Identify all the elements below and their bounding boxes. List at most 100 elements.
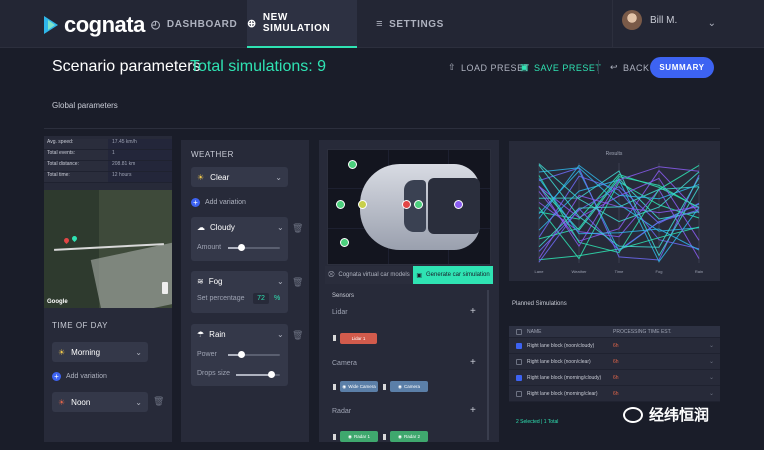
chevron-down-icon[interactable]: ⌄ — [709, 342, 714, 349]
fog-percentage-input[interactable]: 72 — [253, 293, 269, 304]
back-button[interactable]: ↩ BACK — [610, 62, 650, 73]
radar-toggle[interactable] — [333, 434, 336, 440]
summary-button[interactable]: SUMMARY — [650, 57, 714, 78]
select-all-checkbox[interactable] — [516, 328, 522, 335]
chevron-down-icon: ⌄ — [135, 347, 142, 357]
trash-icon[interactable]: 🗑 — [292, 330, 303, 341]
add-lidar-button[interactable]: + — [470, 306, 476, 317]
add-radar-button[interactable]: + — [470, 405, 476, 416]
row-checkbox[interactable] — [516, 358, 522, 365]
map-urban-area — [90, 241, 172, 308]
chart-axis-label: Lane — [535, 269, 545, 274]
sensor-marker[interactable] — [336, 200, 345, 209]
table-row[interactable]: Right lane block (noon/cloudy) 6h ⌄ — [509, 338, 720, 354]
time-of-day-value: Morning — [71, 347, 101, 357]
page-title: Scenario parameters — [52, 58, 201, 75]
slider-knob[interactable] — [238, 244, 245, 251]
save-preset-label: SAVE PRESET — [534, 62, 602, 73]
sensor-marker[interactable] — [414, 200, 423, 209]
virtual-car-models-button[interactable]: ⛒ Cognata virtual car models — [325, 266, 413, 284]
lidar-chip[interactable]: Lidar 1 — [340, 333, 377, 344]
simulation-name: Right lane block (noon/cloudy) — [527, 342, 595, 349]
chevron-down-icon: ⌄ — [135, 397, 142, 407]
lidar-toggle[interactable] — [333, 335, 336, 341]
stat-value: 1 — [108, 150, 172, 160]
radar-chip[interactable]: ◉ Radar 1 — [340, 431, 378, 442]
sensor-marker[interactable] — [454, 200, 463, 209]
trash-icon[interactable]: 🗑 — [292, 277, 303, 288]
save-preset-button[interactable]: ▣ SAVE PRESET — [520, 62, 601, 73]
tab-dashboard-label: DASHBOARD — [166, 18, 238, 30]
time-of-day-title: TIME OF DAY — [52, 321, 109, 330]
fog-label: Fog — [208, 277, 223, 286]
row-checkbox[interactable] — [516, 374, 522, 381]
stat-row: Total time: 12 hours — [44, 172, 172, 183]
trash-icon[interactable]: 🗑 — [292, 223, 303, 234]
tab-settings-label: SETTINGS — [389, 18, 444, 30]
user-menu[interactable]: Bill M. — [622, 10, 677, 30]
car-viewer[interactable] — [327, 149, 491, 265]
add-time-variation[interactable]: + Add variation — [52, 372, 107, 381]
camera-toggle[interactable] — [383, 384, 386, 390]
table-row[interactable]: Right lane block (morning/clear) 6h ⌄ — [509, 386, 720, 402]
table-row[interactable]: Right lane block (morning/cloudy) 6h ⌄ — [509, 370, 720, 386]
sensor-marker[interactable] — [348, 160, 357, 169]
chevron-down-icon[interactable]: ⌄ — [708, 18, 716, 29]
amount-slider[interactable] — [228, 244, 280, 251]
add-weather-variation[interactable]: + Add variation — [191, 198, 246, 207]
tab-new-simulation[interactable]: ⊕ NEW SIMULATION — [247, 0, 357, 48]
processing-time: 6h — [613, 358, 619, 365]
chevron-down-icon[interactable]: ⌄ — [277, 277, 284, 286]
stat-key: Total events: — [44, 150, 108, 160]
sensor-list-scrollbar[interactable] — [487, 290, 489, 440]
table-row[interactable]: Right lane block (noon/clear) 6h ⌄ — [509, 354, 720, 370]
chart-axis-label: Weather — [571, 269, 587, 274]
camera-title: Camera — [332, 360, 357, 367]
radar-toggle[interactable] — [383, 434, 386, 440]
back-label: BACK — [623, 62, 650, 73]
time-of-day-variation-select[interactable]: ☀ Noon ⌄ — [52, 392, 148, 412]
cloudy-label: Cloudy — [210, 223, 235, 232]
cloudy-select[interactable]: ☁ Cloudy — [197, 223, 235, 232]
time-of-day-variation-value: Noon — [71, 397, 91, 407]
section-divider — [44, 128, 720, 129]
time-of-day-select[interactable]: ☀ Morning ⌄ — [52, 342, 148, 362]
row-checkbox[interactable] — [516, 342, 522, 349]
route-map[interactable]: Google — [44, 190, 172, 308]
chevron-down-icon[interactable]: ⌄ — [709, 374, 714, 381]
stat-value: 12 hours — [108, 172, 172, 182]
rain-select[interactable]: ☂ Rain — [197, 330, 226, 339]
trash-icon[interactable]: 🗑 — [153, 396, 164, 407]
tab-dashboard[interactable]: ◴ DASHBOARD — [146, 0, 242, 48]
brand-logo[interactable]: cognata — [44, 12, 145, 38]
simulation-name: Right lane block (morning/cloudy) — [527, 374, 602, 381]
row-checkbox[interactable] — [516, 390, 522, 397]
camera-toggle[interactable] — [333, 384, 336, 390]
camera-chip[interactable]: ◉ Wide Camera — [340, 381, 378, 392]
tab-settings[interactable]: ≡ SETTINGS — [370, 0, 450, 48]
total-simulations: Total simulations: 9 — [190, 58, 327, 75]
camera-chip-label: Wide Camera — [348, 384, 376, 389]
sensor-marker[interactable] — [340, 238, 349, 247]
lidar-chip-label: Lidar 1 — [351, 336, 366, 341]
power-slider[interactable] — [228, 351, 280, 358]
generate-simulation-button[interactable]: ▣ Generate car simulation — [413, 266, 493, 284]
zoom-control[interactable] — [162, 282, 168, 294]
chevron-down-icon[interactable]: ⌄ — [709, 390, 714, 397]
sensor-marker[interactable] — [358, 200, 367, 209]
slider-knob[interactable] — [238, 351, 245, 358]
plus-icon: + — [191, 198, 200, 207]
load-preset-button[interactable]: ⇧ LOAD PRESET — [448, 62, 530, 73]
save-icon: ▣ — [520, 62, 530, 72]
weather-select[interactable]: ☀ Clear ⌄ — [191, 167, 288, 187]
radar-chip[interactable]: ◉ Radar 2 — [390, 431, 428, 442]
drops-size-label: Drops size — [197, 370, 231, 377]
chevron-down-icon[interactable]: ⌄ — [277, 223, 284, 232]
drops-size-slider[interactable] — [236, 371, 280, 378]
camera-chip[interactable]: ◉ Camera — [390, 381, 428, 392]
chevron-down-icon[interactable]: ⌄ — [277, 330, 284, 339]
fog-select[interactable]: ≋ Fog — [197, 277, 223, 286]
add-camera-button[interactable]: + — [470, 357, 476, 368]
sensor-marker[interactable] — [402, 200, 411, 209]
chevron-down-icon[interactable]: ⌄ — [709, 358, 714, 365]
